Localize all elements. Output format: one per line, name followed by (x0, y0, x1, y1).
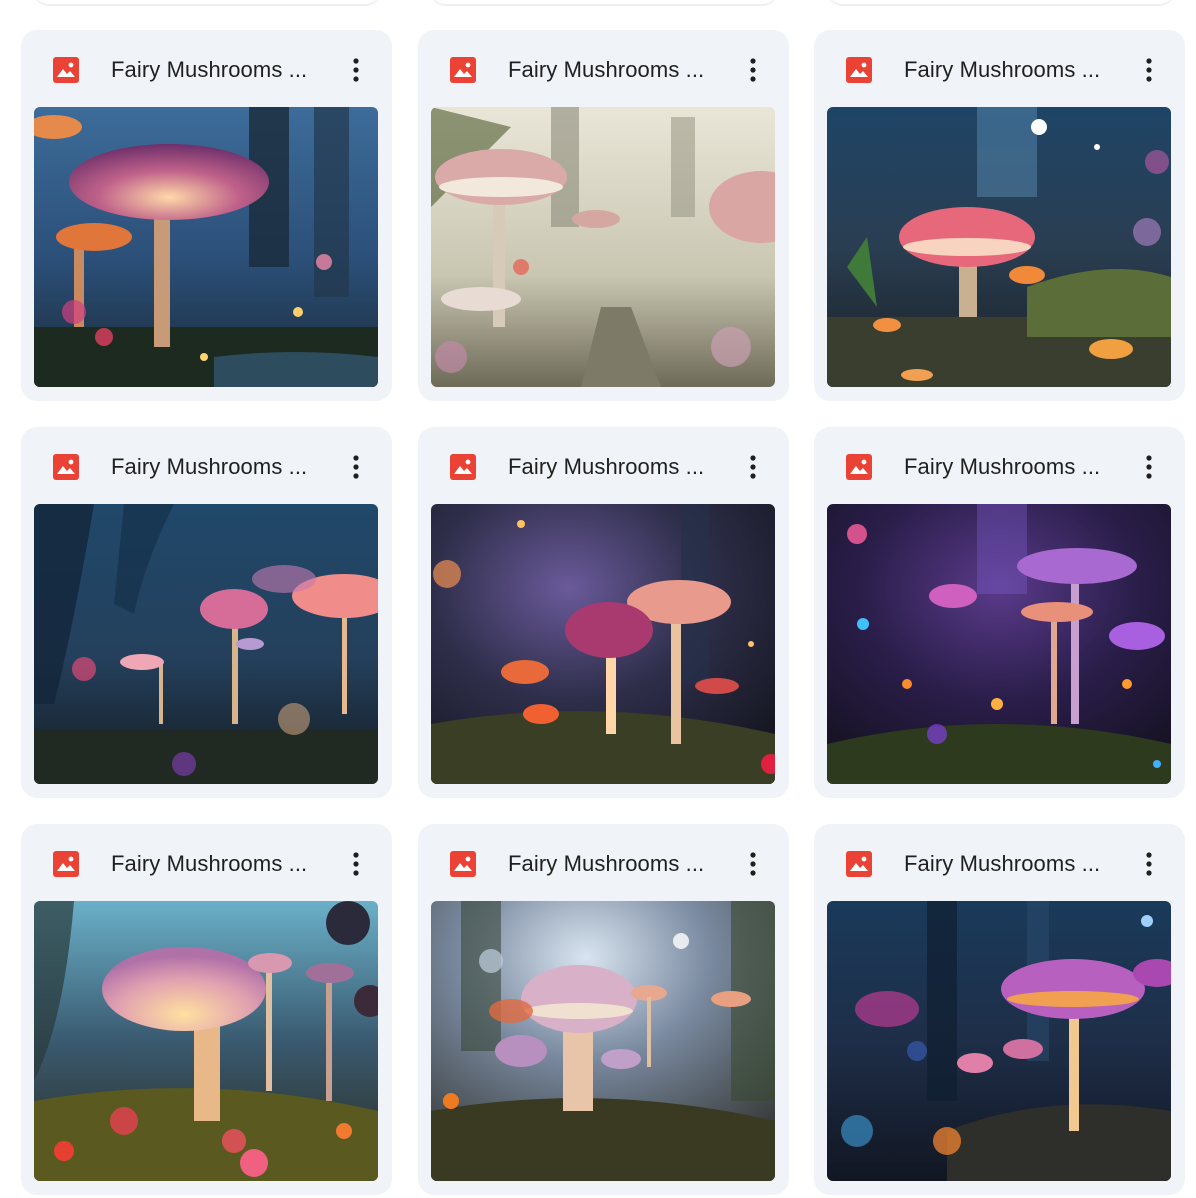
more-options-button[interactable] (737, 52, 769, 88)
more-vert-icon (750, 58, 756, 82)
image-file-icon (53, 454, 79, 480)
more-vert-icon (1146, 852, 1152, 876)
file-card[interactable]: Fairy Mushrooms ... (21, 30, 392, 401)
file-card[interactable]: Fairy Mushrooms ... (418, 427, 789, 798)
image-file-icon (450, 57, 476, 83)
file-thumbnail[interactable] (827, 901, 1171, 1181)
more-options-button[interactable] (340, 52, 372, 88)
previous-row-card-edge (33, 0, 381, 6)
file-name[interactable]: Fairy Mushrooms ... (508, 57, 704, 83)
more-vert-icon (750, 455, 756, 479)
file-thumbnail[interactable] (34, 504, 378, 784)
file-card-header: Fairy Mushrooms ... (418, 427, 789, 504)
more-options-button[interactable] (1133, 449, 1165, 485)
image-file-icon (846, 454, 872, 480)
image-file-icon (450, 454, 476, 480)
file-name[interactable]: Fairy Mushrooms ... (111, 57, 307, 83)
file-card[interactable]: Fairy Mushrooms ... (814, 30, 1185, 401)
file-name[interactable]: Fairy Mushrooms ... (111, 454, 307, 480)
file-card-header: Fairy Mushrooms ... (418, 30, 789, 107)
file-card-header: Fairy Mushrooms ... (21, 30, 392, 107)
file-card-header: Fairy Mushrooms ... (814, 30, 1185, 107)
more-vert-icon (1146, 58, 1152, 82)
file-thumbnail[interactable] (34, 107, 378, 387)
file-name[interactable]: Fairy Mushrooms ... (904, 454, 1100, 480)
file-name[interactable]: Fairy Mushrooms ... (111, 851, 307, 877)
file-name[interactable]: Fairy Mushrooms ... (508, 454, 704, 480)
file-card[interactable]: Fairy Mushrooms ... (21, 824, 392, 1195)
more-options-button[interactable] (1133, 52, 1165, 88)
file-thumbnail[interactable] (431, 901, 775, 1181)
more-vert-icon (353, 852, 359, 876)
file-grid: Fairy Mushrooms ... Fairy Mushrooms ... … (0, 0, 1196, 1198)
file-name[interactable]: Fairy Mushrooms ... (904, 57, 1100, 83)
file-name[interactable]: Fairy Mushrooms ... (904, 851, 1100, 877)
file-name[interactable]: Fairy Mushrooms ... (508, 851, 704, 877)
image-file-icon (846, 57, 872, 83)
more-vert-icon (353, 455, 359, 479)
image-file-icon (53, 851, 79, 877)
previous-row-card-edge (430, 0, 778, 6)
file-card[interactable]: Fairy Mushrooms ... (21, 427, 392, 798)
file-thumbnail[interactable] (431, 107, 775, 387)
file-thumbnail[interactable] (827, 107, 1171, 387)
file-thumbnail[interactable] (827, 504, 1171, 784)
previous-row-card-edge (827, 0, 1175, 6)
file-thumbnail[interactable] (431, 504, 775, 784)
more-options-button[interactable] (340, 846, 372, 882)
file-card-header: Fairy Mushrooms ... (418, 824, 789, 901)
file-card[interactable]: Fairy Mushrooms ... (814, 824, 1185, 1195)
more-options-button[interactable] (1133, 846, 1165, 882)
file-card-header: Fairy Mushrooms ... (21, 427, 392, 504)
file-card-header: Fairy Mushrooms ... (814, 427, 1185, 504)
file-card-header: Fairy Mushrooms ... (814, 824, 1185, 901)
more-options-button[interactable] (737, 449, 769, 485)
file-thumbnail[interactable] (34, 901, 378, 1181)
file-card[interactable]: Fairy Mushrooms ... (418, 824, 789, 1195)
file-card[interactable]: Fairy Mushrooms ... (418, 30, 789, 401)
more-vert-icon (750, 852, 756, 876)
more-vert-icon (353, 58, 359, 82)
image-file-icon (846, 851, 872, 877)
file-card[interactable]: Fairy Mushrooms ... (814, 427, 1185, 798)
more-options-button[interactable] (737, 846, 769, 882)
image-file-icon (450, 851, 476, 877)
more-options-button[interactable] (340, 449, 372, 485)
image-file-icon (53, 57, 79, 83)
more-vert-icon (1146, 455, 1152, 479)
file-card-header: Fairy Mushrooms ... (21, 824, 392, 901)
